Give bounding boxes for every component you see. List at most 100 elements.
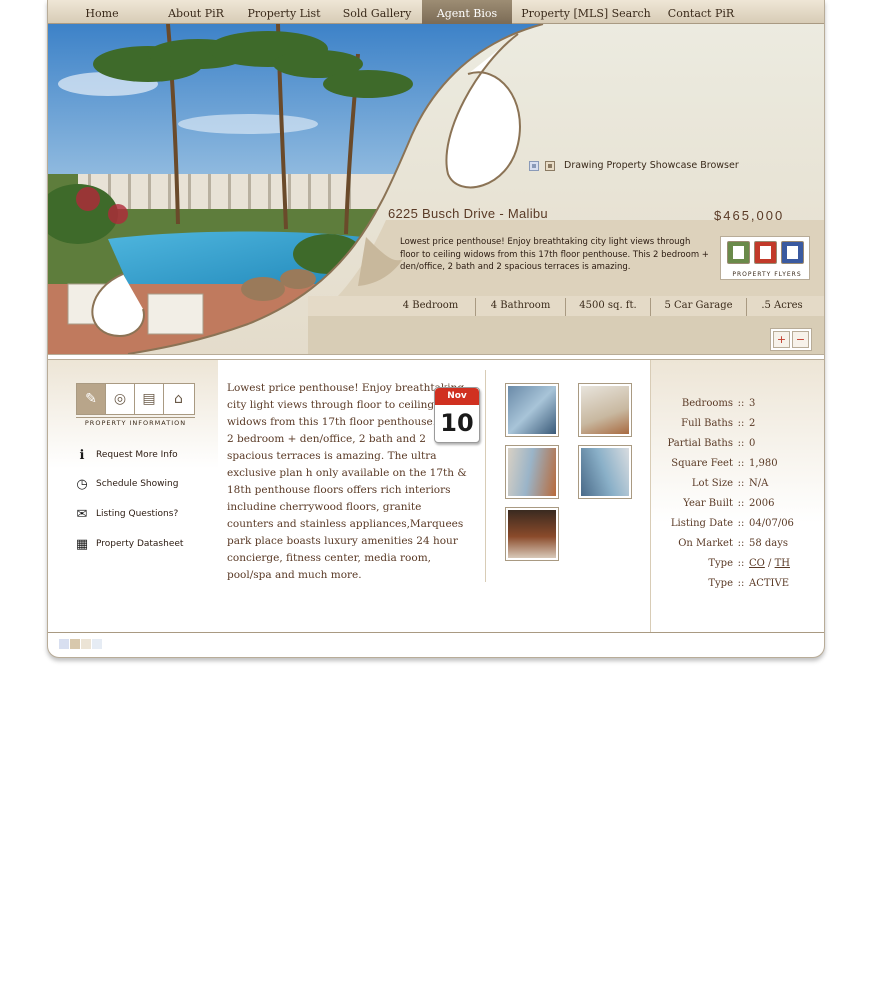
spec-separator: ::: [737, 538, 745, 549]
spec-value: 1,980: [749, 458, 778, 469]
showcase-label: Drawing Property Showcase Browser: [564, 160, 739, 171]
hero-description: Lowest price penthouse! Enjoy breathtaki…: [400, 237, 709, 272]
property-datasheet-link[interactable]: ▦ Property Datasheet: [72, 535, 184, 553]
photo-thumbnail[interactable]: [505, 445, 559, 499]
nav-sold-gallery[interactable]: Sold Gallery: [332, 0, 422, 24]
spec-row: Year Built:: 2006: [651, 498, 824, 518]
thumbnail-image: [508, 448, 556, 496]
link-label: Property Datasheet: [96, 539, 184, 549]
thumbnail-image: [581, 386, 629, 434]
spec-key: Listing Date: [670, 518, 733, 529]
stat-acres: .5 Acres: [761, 300, 803, 311]
property-price: $465,000: [714, 208, 785, 223]
footer-color-swatches: [59, 639, 102, 649]
spec-key: Year Built: [683, 498, 733, 509]
spec-key: Lot Size: [691, 478, 733, 489]
spec-row: Partial Baths:: 0: [651, 438, 824, 458]
spec-row: Lot Size:: N/A: [651, 478, 824, 498]
thumbnail-image: [508, 386, 556, 434]
type-co-link[interactable]: CO: [749, 558, 765, 569]
top-nav: Home About PiR Property List Sold Galler…: [48, 0, 824, 24]
schedule-showing-link[interactable]: ◷ Schedule Showing: [72, 475, 178, 493]
divider: [485, 370, 487, 582]
pdf-flyer-icon[interactable]: [754, 241, 777, 264]
swatch: [81, 639, 91, 649]
property-stats-bar: 4 Bedroom 4 Bathroom 4500 sq. ft. 5 Car …: [386, 298, 824, 316]
listing-description: Lowest price penthouse! Enjoy breathtaki…: [227, 382, 467, 581]
envelope-icon: ✉: [76, 506, 88, 522]
nav-property-list[interactable]: Property List: [236, 0, 332, 24]
divider: [48, 632, 824, 633]
zoom-out-icon[interactable]: −: [792, 331, 809, 348]
spec-row: On Market:: 58 days: [651, 538, 824, 558]
clock-icon: ◷: [76, 476, 88, 492]
word-flyer-icon[interactable]: [781, 241, 804, 264]
tab-houses-icon[interactable]: ⌂: [164, 384, 193, 414]
spec-value: CO / TH: [749, 558, 790, 569]
datasheet-icon: ▦: [75, 536, 89, 552]
swatch: [70, 639, 80, 649]
small-square-icon: [545, 160, 555, 171]
stat-square-feet: 4500 sq. ft.: [566, 298, 651, 316]
request-info-link[interactable]: ℹ Request More Info: [72, 446, 178, 464]
swatch: [92, 639, 102, 649]
spec-key: Type: [708, 578, 733, 589]
spec-value: 0: [749, 438, 756, 449]
listing-questions-link[interactable]: ✉ Listing Questions?: [72, 505, 179, 523]
spec-key: Type: [708, 558, 733, 569]
calendar-month: Nov: [435, 388, 479, 405]
nav-about[interactable]: About PiR: [156, 0, 236, 24]
type-th-link[interactable]: TH: [775, 558, 790, 569]
photo-thumbnail[interactable]: [578, 383, 632, 437]
stat-bedrooms: 4 Bedroom: [386, 298, 476, 316]
spec-separator: ::: [737, 478, 745, 489]
info-icon: ℹ: [79, 447, 85, 463]
nav-agent-bios[interactable]: Agent Bios: [422, 0, 512, 24]
swatch: [59, 639, 69, 649]
spec-value: 58 days: [749, 538, 789, 549]
calendar-icon: Nov 10: [434, 387, 480, 443]
property-specs: Bedrooms:: 3 Full Baths:: 2 Partial Baths:…: [650, 360, 824, 632]
photo-thumbnail[interactable]: [505, 383, 559, 437]
spec-value: 3: [749, 398, 756, 409]
photo-thumbnail[interactable]: [505, 507, 559, 561]
thumbnail-image: [508, 510, 556, 558]
spec-separator: ::: [737, 418, 745, 429]
nav-mls-search[interactable]: Property [MLS] Search: [512, 0, 660, 24]
hero-banner: Drawing Property Showcase Browser 6225 B…: [48, 24, 824, 354]
showcase-browser-link[interactable]: Drawing Property Showcase Browser: [529, 160, 739, 171]
link-label: Schedule Showing: [96, 479, 179, 489]
spec-separator: ::: [737, 558, 745, 569]
spec-row: Type:: ACTIVE: [651, 578, 824, 598]
thumbnail-image: [581, 448, 629, 496]
spec-row: Type:: CO / TH: [651, 558, 824, 578]
spec-key: Full Baths: [681, 418, 733, 429]
spec-value: 2006: [749, 498, 775, 509]
link-label: Listing Questions?: [96, 509, 179, 519]
zoom-in-icon[interactable]: +: [773, 331, 790, 348]
nav-contact[interactable]: Contact PiR: [660, 0, 742, 24]
spec-value: 04/07/06: [749, 518, 794, 529]
spec-separator: ::: [737, 518, 745, 529]
listing-content: ✎ ◎ ▤ ⌂ PROPERTY INFORMATION ℹ Request M…: [48, 360, 824, 632]
small-square-icon: [529, 160, 539, 171]
link-label: Request More Info: [96, 450, 178, 460]
photo-thumbnail[interactable]: [578, 445, 632, 499]
nav-home[interactable]: Home: [48, 0, 156, 24]
tab-car-icon[interactable]: ▤: [135, 384, 164, 414]
spec-value: ACTIVE: [749, 578, 790, 589]
calendar-day: 10: [440, 409, 474, 437]
spec-separator: ::: [737, 458, 745, 469]
spec-row: Listing Date:: 04/07/06: [651, 518, 824, 538]
spec-separator: ::: [737, 578, 745, 589]
flyers-label: PROPERTY FLYERS: [732, 271, 802, 278]
property-info-tabs: ✎ ◎ ▤ ⌂: [76, 383, 195, 415]
tabs-label: PROPERTY INFORMATION: [76, 417, 195, 427]
spec-row: Full Baths:: 2: [651, 418, 824, 438]
property-address: 6225 Busch Drive - Malibu: [388, 206, 548, 221]
excel-flyer-icon[interactable]: [727, 241, 750, 264]
tab-globe-icon[interactable]: ◎: [106, 384, 135, 414]
spec-row: Square Feet:: 1,980: [651, 458, 824, 478]
spec-separator: ::: [737, 398, 745, 409]
tab-property-info-icon[interactable]: ✎: [77, 384, 106, 414]
